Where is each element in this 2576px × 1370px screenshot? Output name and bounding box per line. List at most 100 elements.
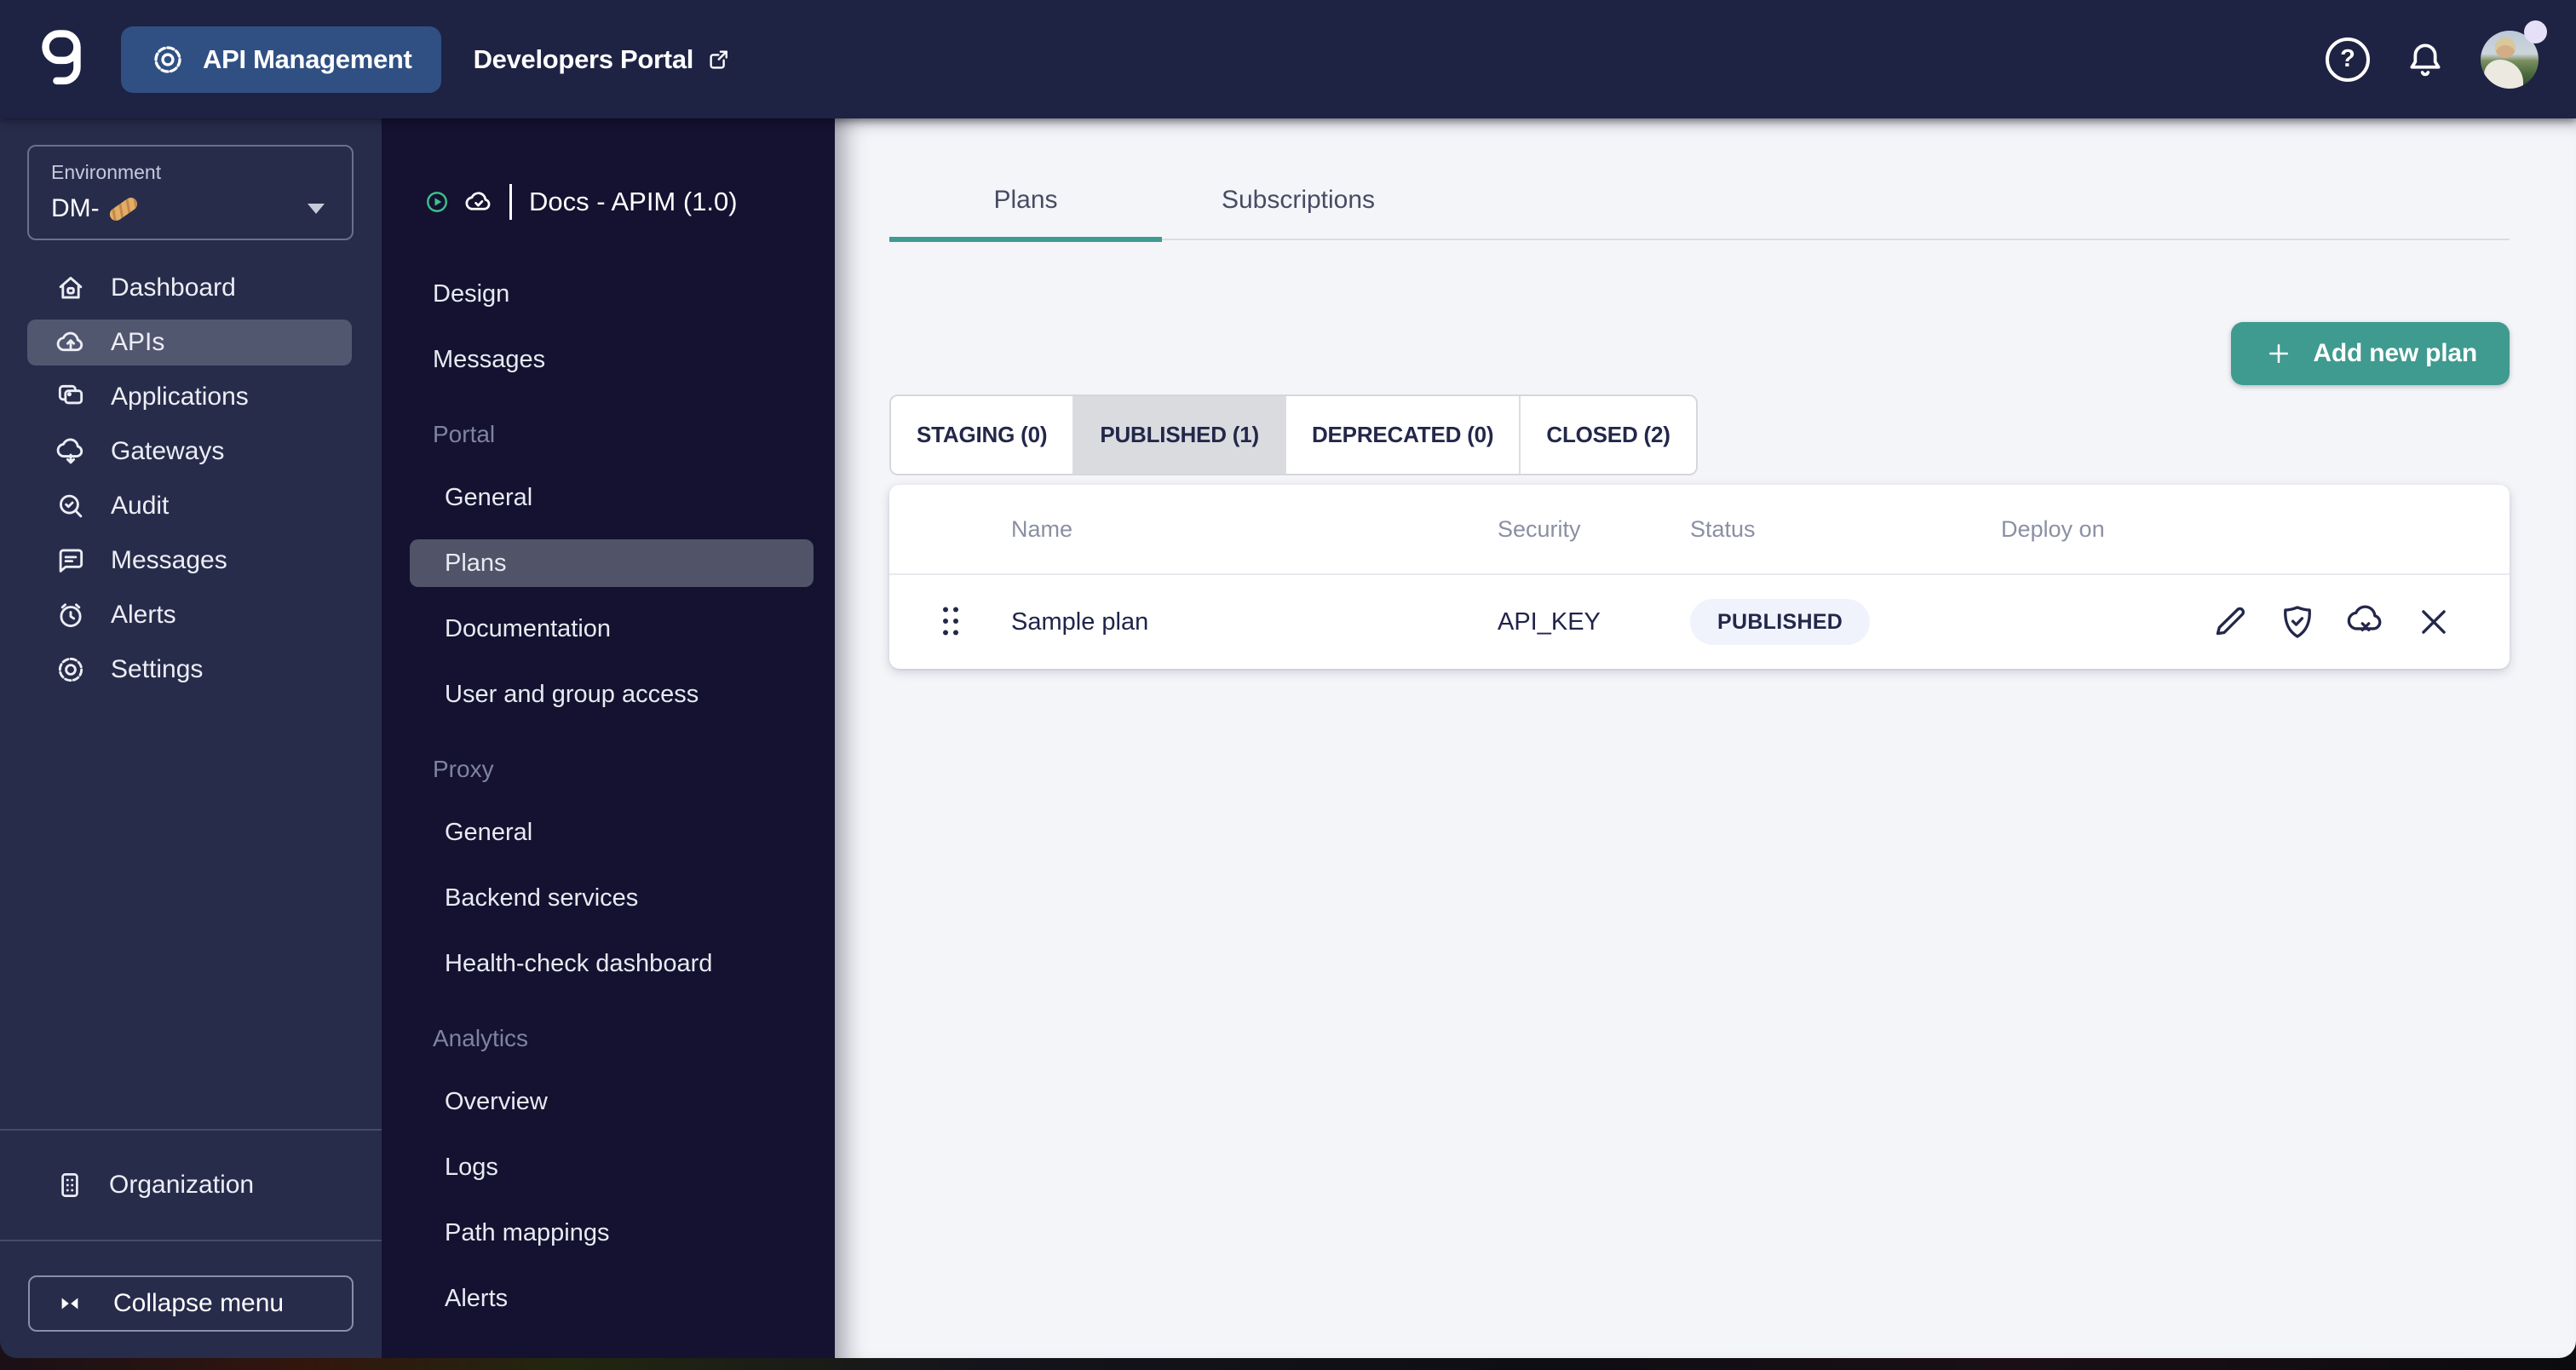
tab-plans[interactable]: Plans bbox=[889, 118, 1162, 242]
deprecate-plan-button[interactable] bbox=[2344, 601, 2387, 643]
section-label: Portal bbox=[433, 421, 496, 447]
table-header: Name Security Status Deploy on bbox=[889, 485, 2510, 575]
menu-label: Logs bbox=[445, 1153, 498, 1181]
section-proxy: Proxy bbox=[410, 748, 814, 791]
sidebar-item-label: Alerts bbox=[111, 601, 176, 629]
menu-label: General bbox=[445, 483, 533, 511]
filter-label: PUBLISHED (1) bbox=[1100, 422, 1259, 447]
api-menu-design[interactable]: Design bbox=[410, 270, 814, 318]
tab-subscriptions[interactable]: Subscriptions bbox=[1162, 118, 1435, 239]
edit-plan-button[interactable] bbox=[2208, 601, 2251, 643]
topbar: API Management Developers Portal ? bbox=[0, 0, 2576, 118]
portal-label: Developers Portal bbox=[473, 43, 694, 74]
sidebar-item-audit[interactable]: Audit bbox=[27, 483, 352, 529]
drag-handle-icon[interactable] bbox=[938, 603, 963, 641]
api-menu-documentation[interactable]: Documentation bbox=[410, 605, 814, 653]
help-glyph: ? bbox=[2340, 45, 2355, 72]
notifications-bell-icon[interactable] bbox=[2404, 38, 2447, 81]
environment-selector[interactable]: Environment DM- bbox=[27, 145, 354, 240]
section-analytics: Analytics bbox=[410, 1017, 814, 1060]
plans-table: Name Security Status Deploy on Sample pl… bbox=[889, 485, 2510, 669]
api-sidebar: Docs - APIM (1.0) Design Messages Portal… bbox=[382, 118, 835, 1358]
topbar-actions: ? bbox=[2326, 20, 2547, 89]
sidebar-item-label: Audit bbox=[111, 492, 170, 520]
user-avatar[interactable] bbox=[2481, 20, 2547, 89]
cloud-up-icon bbox=[56, 331, 83, 352]
collapse-menu-button[interactable]: Collapse menu bbox=[28, 1275, 354, 1332]
sidebar-item-organization[interactable]: Organization bbox=[0, 1161, 382, 1209]
environment-menu: Dashboard APIs Applications Gateways Aud… bbox=[0, 265, 382, 701]
sidebar-item-apis[interactable]: APIs bbox=[27, 319, 352, 366]
plan-design-button[interactable] bbox=[2276, 601, 2319, 643]
row-actions bbox=[2196, 601, 2510, 643]
api-menu-alerts[interactable]: Alerts bbox=[410, 1275, 814, 1322]
main-content: Plans Subscriptions Add new plan STAGING… bbox=[835, 118, 2576, 1358]
environment-sidebar: Environment DM- Dashboard APIs Applicati… bbox=[0, 118, 382, 1358]
menu-label: Backend services bbox=[445, 884, 639, 912]
presence-status-dot bbox=[2524, 20, 2547, 43]
add-plan-label: Add new plan bbox=[2313, 339, 2477, 367]
filter-published[interactable]: PUBLISHED (1) bbox=[1072, 396, 1285, 474]
menu-label: Documentation bbox=[445, 614, 612, 642]
close-plan-button[interactable] bbox=[2412, 601, 2455, 643]
tab-label: Plans bbox=[993, 186, 1058, 214]
pencil-icon bbox=[2216, 607, 2245, 636]
column-name: Name bbox=[1011, 515, 1073, 542]
api-title: Docs - APIM (1.0) bbox=[529, 187, 738, 216]
shield-check-icon bbox=[2284, 606, 2311, 638]
menu-label: Messages bbox=[433, 345, 546, 373]
section-portal: Portal bbox=[410, 413, 814, 456]
sidebar-item-gateways[interactable]: Gateways bbox=[27, 429, 352, 475]
tab-label: Subscriptions bbox=[1221, 186, 1376, 214]
menu-label: Alerts bbox=[445, 1284, 509, 1312]
filter-staging[interactable]: STAGING (0) bbox=[891, 396, 1073, 474]
api-menu-messages[interactable]: Messages bbox=[410, 336, 814, 383]
menu-label: General bbox=[445, 818, 533, 846]
sidebar-item-alerts[interactable]: Alerts bbox=[27, 592, 352, 638]
divider bbox=[0, 1129, 382, 1131]
filter-closed[interactable]: CLOSED (2) bbox=[1519, 396, 1696, 474]
menu-label: Plans bbox=[445, 549, 507, 577]
sidebar-item-label: APIs bbox=[111, 328, 165, 356]
gravitee-logo-icon[interactable] bbox=[41, 29, 82, 90]
divider bbox=[0, 1240, 382, 1241]
menu-label: Overview bbox=[445, 1087, 548, 1115]
plans-tabs: Plans Subscriptions bbox=[889, 118, 2510, 242]
api-menu-health-check[interactable]: Health-check dashboard bbox=[410, 940, 814, 987]
api-menu-proxy-general[interactable]: General bbox=[410, 809, 814, 856]
api-menu-portal-general[interactable]: General bbox=[410, 474, 814, 521]
home-icon bbox=[59, 276, 83, 299]
plus-icon bbox=[2269, 343, 2289, 364]
app-window: API Management Developers Portal ? Envir… bbox=[0, 0, 2576, 1358]
api-menu-path-mappings[interactable]: Path mappings bbox=[410, 1209, 814, 1257]
help-icon[interactable]: ? bbox=[2326, 37, 2370, 82]
filter-deprecated[interactable]: DEPRECATED (0) bbox=[1284, 396, 1520, 474]
environment-label: Environment bbox=[51, 161, 162, 183]
api-menu-overview[interactable]: Overview bbox=[410, 1078, 814, 1125]
section-label: Analytics bbox=[433, 1025, 529, 1051]
search-check-icon bbox=[60, 494, 83, 518]
divider bbox=[509, 184, 512, 220]
api-menu-user-group-access[interactable]: User and group access bbox=[410, 671, 814, 718]
api-menu-plans[interactable]: Plans bbox=[410, 539, 814, 587]
plan-status-filter: STAGING (0) PUBLISHED (1) DEPRECATED (0)… bbox=[889, 394, 1698, 475]
api-menu-backend-services[interactable]: Backend services bbox=[410, 874, 814, 922]
baguette-emoji bbox=[106, 194, 140, 223]
organization-card-icon bbox=[61, 1173, 78, 1197]
filter-label: CLOSED (2) bbox=[1546, 422, 1670, 447]
menu-label: Health-check dashboard bbox=[445, 949, 713, 977]
sidebar-item-applications[interactable]: Applications bbox=[27, 374, 352, 420]
api-menu-logs[interactable]: Logs bbox=[410, 1143, 814, 1191]
sidebar-item-dashboard[interactable]: Dashboard bbox=[27, 265, 352, 311]
section-label: Proxy bbox=[433, 756, 494, 782]
developers-portal-link[interactable]: Developers Portal bbox=[474, 44, 733, 75]
gear-icon bbox=[58, 657, 83, 682]
cloud-down-icon bbox=[56, 438, 83, 464]
add-new-plan-button[interactable]: Add new plan bbox=[2231, 322, 2510, 385]
api-management-button[interactable]: API Management bbox=[121, 26, 441, 93]
filter-label: STAGING (0) bbox=[917, 422, 1048, 447]
column-security: Security bbox=[1498, 515, 1581, 542]
sidebar-item-settings[interactable]: Settings bbox=[27, 647, 352, 693]
api-header: Docs - APIM (1.0) bbox=[382, 180, 835, 224]
sidebar-item-messages[interactable]: Messages bbox=[27, 538, 352, 584]
